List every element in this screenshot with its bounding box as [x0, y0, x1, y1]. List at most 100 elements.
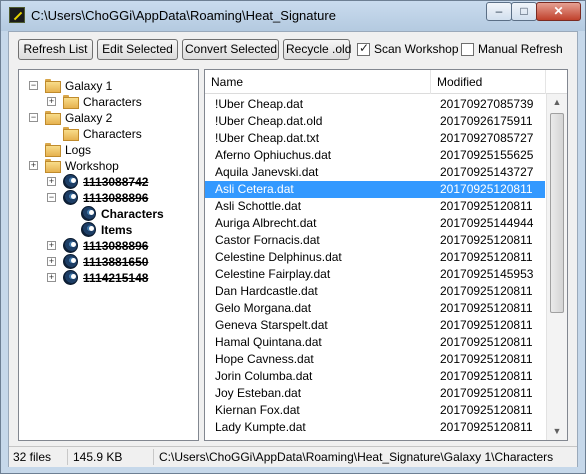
list-item[interactable]: Dan Hardcastle.dat 20170925120811 [205, 283, 545, 300]
status-total-size: 145.9 KB [73, 450, 123, 464]
status-path: C:\Users\ChoGGi\AppData\Roaming\Heat_Sig… [159, 450, 554, 464]
expand-icon[interactable]: + [47, 257, 56, 266]
folder-icon [45, 79, 61, 93]
expand-icon[interactable]: + [47, 273, 56, 282]
steam-icon [63, 238, 78, 253]
expand-icon[interactable]: + [29, 161, 38, 170]
collapse-icon[interactable]: − [29, 113, 38, 122]
tree-item[interactable]: − Galaxy 2 [19, 110, 198, 126]
file-name: Dan Hardcastle.dat [215, 284, 318, 298]
scroll-thumb[interactable] [550, 113, 564, 313]
vertical-scrollbar[interactable]: ▲ ▼ [546, 94, 567, 440]
file-modified: 20170925120811 [440, 420, 533, 434]
status-divider [153, 449, 154, 465]
expand-icon[interactable]: + [47, 241, 56, 250]
recycle-old-button[interactable]: Recycle .old [283, 39, 351, 60]
steam-icon [63, 174, 78, 189]
check-mark-icon: ✓ [359, 41, 370, 55]
tree-item-label: Galaxy 2 [65, 111, 113, 125]
list-item[interactable]: Kiernan Fox.dat 20170925120811 [205, 402, 545, 419]
tree-item[interactable]: Characters [19, 126, 198, 142]
tree-item[interactable]: + Workshop [19, 158, 198, 174]
collapse-icon[interactable]: − [47, 193, 56, 202]
app-icon[interactable] [9, 7, 25, 23]
list-item[interactable]: Auriga Albrecht.dat 20170925144944 [205, 215, 545, 232]
file-name: Celestine Delphinus.dat [215, 250, 342, 264]
scan-workshop-checkbox[interactable]: ✓ Scan Workshop [357, 41, 459, 58]
list-item[interactable]: !Uber Cheap.dat 20170927085739 [205, 96, 545, 113]
file-name: Aferno Ophiuchus.dat [215, 148, 332, 162]
list-item[interactable]: Aferno Ophiuchus.dat 20170925155625 [205, 147, 545, 164]
list-item[interactable]: Celestine Fairplay.dat 20170925145953 [205, 266, 545, 283]
list-item[interactable]: Castor Fornacis.dat 20170925120811 [205, 232, 545, 249]
title-bar[interactable]: C:\Users\ChoGGi\AppData\Roaming\Heat_Sig… [1, 1, 585, 31]
tree-item[interactable]: Logs [19, 142, 198, 158]
folder-tree[interactable]: − Galaxy 1 + Characters − Galaxy 2 Characters L… [18, 69, 199, 441]
tree-item[interactable]: − Galaxy 1 [19, 78, 198, 94]
tree-item[interactable]: +1113088896 [19, 238, 198, 254]
file-modified: 20170925120811 [440, 352, 533, 366]
tree-item[interactable]: Items [19, 222, 198, 238]
file-name: Gelo Morgana.dat [215, 301, 312, 315]
manual-refresh-box[interactable] [461, 43, 474, 56]
steam-icon [63, 190, 78, 205]
scan-workshop-box[interactable]: ✓ [357, 41, 370, 56]
file-name: !Uber Cheap.dat [215, 97, 304, 111]
expand-icon[interactable]: + [47, 97, 56, 106]
tree-item-label: 1114215148 [83, 271, 149, 285]
edit-selected-button[interactable]: Edit Selected [97, 39, 178, 60]
list-item[interactable]: Jorin Columba.dat 20170925120811 [205, 368, 545, 385]
file-name: Aquila Janevski.dat [215, 165, 319, 179]
minimize-button[interactable]: – [486, 2, 512, 21]
file-name: Asli Cetera.dat [215, 182, 294, 196]
file-modified: 20170925145953 [440, 267, 534, 281]
scroll-down-icon[interactable]: ▼ [547, 423, 567, 440]
file-modified: 20170925120811 [440, 250, 533, 264]
folder-icon [45, 111, 61, 125]
list-item[interactable]: Hope Cavness.dat 20170925120811 [205, 351, 545, 368]
file-name: Jorin Columba.dat [215, 369, 313, 383]
folder-icon [45, 159, 61, 173]
column-modified-header[interactable]: Modified [431, 70, 546, 94]
folder-icon [45, 143, 61, 157]
list-item[interactable]: Joy Esteban.dat 20170925120811 [205, 385, 545, 402]
tree-item[interactable]: +1113088742 [19, 174, 198, 190]
tree-item[interactable]: +1114215148 [19, 270, 198, 286]
file-modified: 20170925120811 [440, 369, 533, 383]
maximize-button[interactable]: □ [511, 2, 537, 21]
tree-item-label: Workshop [65, 159, 119, 173]
status-divider [67, 449, 68, 465]
list-item[interactable]: !Uber Cheap.dat.old 20170926175911 [205, 113, 545, 130]
tree-item-label: Logs [65, 143, 92, 157]
scroll-up-icon[interactable]: ▲ [547, 94, 567, 111]
file-modified: 20170925120811 [440, 284, 533, 298]
file-modified: 20170925120811 [440, 182, 533, 196]
file-name: Castor Fornacis.dat [215, 233, 320, 247]
list-item[interactable]: Lady Kumpte.dat 20170925120811 [205, 419, 545, 436]
list-item[interactable]: Aquila Janevski.dat 20170925143727 [205, 164, 545, 181]
column-name-header[interactable]: Name [205, 70, 431, 94]
file-modified: 20170927085727 [440, 131, 534, 145]
list-item[interactable]: !Uber Cheap.dat.txt 20170927085727 [205, 130, 545, 147]
list-item[interactable]: Asli Cetera.dat 20170925120811 [205, 181, 545, 198]
file-name: Auriga Albrecht.dat [215, 216, 317, 230]
collapse-icon[interactable]: − [29, 81, 38, 90]
list-item[interactable]: Gelo Morgana.dat 20170925120811 [205, 300, 545, 317]
tree-item[interactable]: + Characters [19, 94, 198, 110]
manual-refresh-label: Manual Refresh [478, 42, 563, 56]
list-item[interactable]: Hamal Quintana.dat 20170925120811 [205, 334, 545, 351]
file-modified: 20170925120811 [440, 199, 533, 213]
list-item[interactable]: Geneva Starspelt.dat 20170925120811 [205, 317, 545, 334]
tree-item[interactable]: − 1113088896 [19, 190, 198, 206]
expand-icon[interactable]: + [47, 177, 56, 186]
tree-item[interactable]: Characters [19, 206, 198, 222]
manual-refresh-checkbox[interactable]: Manual Refresh [461, 42, 563, 58]
refresh-list-button[interactable]: Refresh List [18, 39, 93, 60]
convert-selected-button[interactable]: Convert Selected [182, 39, 279, 60]
tree-item[interactable]: +1113881650 [19, 254, 198, 270]
list-item[interactable]: Celestine Delphinus.dat 20170925120811 [205, 249, 545, 266]
file-list[interactable]: Name Modified !Uber Cheap.dat 20170927085… [204, 69, 568, 441]
list-item[interactable]: Asli Schottle.dat 20170925120811 [205, 198, 545, 215]
folder-icon [63, 127, 79, 141]
close-button[interactable]: ✕ [536, 2, 581, 21]
